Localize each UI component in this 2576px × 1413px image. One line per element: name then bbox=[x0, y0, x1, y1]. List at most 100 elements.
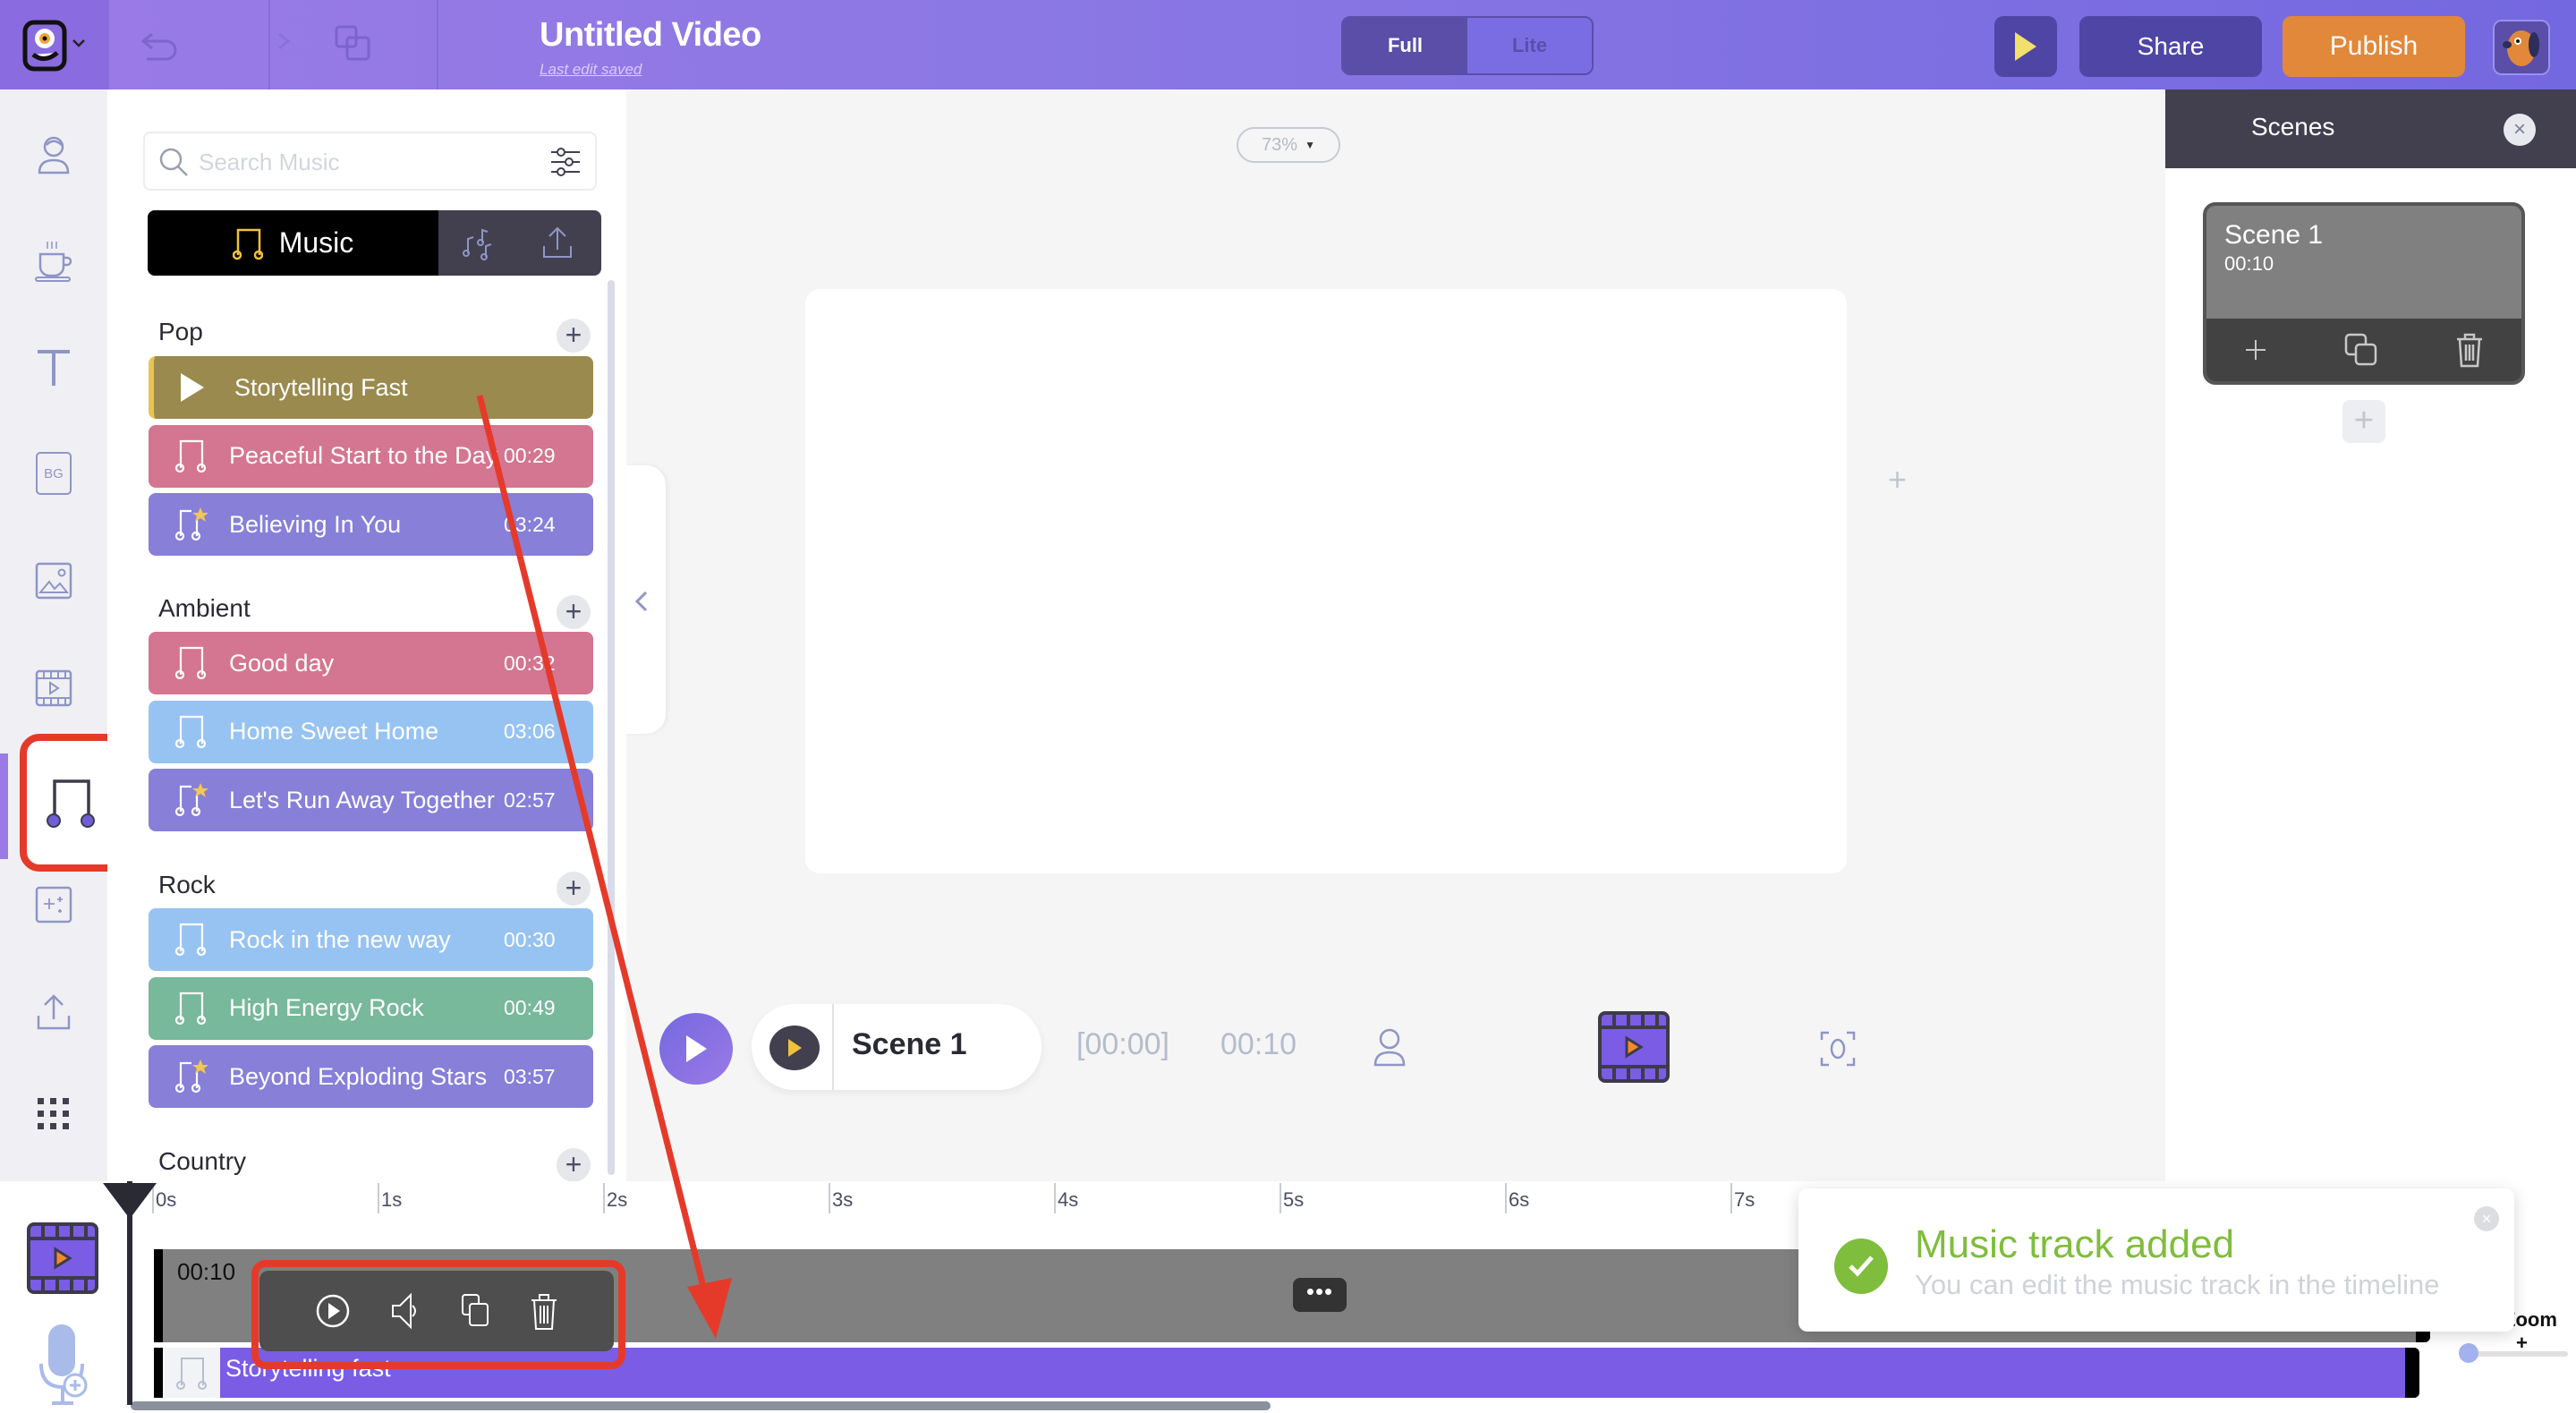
duplicate-icon[interactable] bbox=[2343, 332, 2379, 368]
tab-sound-effects[interactable] bbox=[461, 226, 497, 260]
track-icon bbox=[174, 644, 227, 682]
canvas-zoom-dropdown[interactable]: 73% ▼ bbox=[1237, 127, 1340, 163]
track-duration: 03:57 bbox=[504, 1064, 556, 1088]
play-preview-button[interactable] bbox=[179, 371, 233, 404]
add-scene-after-icon[interactable]: + bbox=[1888, 461, 1907, 498]
add-scene-button[interactable]: + bbox=[2342, 400, 2385, 443]
rail-item-more[interactable] bbox=[0, 1065, 107, 1163]
grid-icon bbox=[38, 1098, 69, 1129]
track-name: Beyond Exploding Stars bbox=[229, 1062, 488, 1090]
undo-icon[interactable] bbox=[140, 23, 183, 66]
add-category-button[interactable]: + bbox=[557, 1148, 591, 1182]
music-track-item[interactable]: Good day 00:32 bbox=[149, 632, 593, 694]
ruler-tick bbox=[603, 1183, 605, 1213]
track-duration: 00:32 bbox=[504, 651, 556, 675]
rail-item-effects[interactable] bbox=[0, 855, 107, 954]
music-track-handle[interactable] bbox=[163, 1348, 220, 1398]
music-track-item[interactable]: Home Sweet Home 03:06 bbox=[149, 700, 593, 763]
preview-play-button[interactable] bbox=[1994, 16, 2057, 77]
mode-lite-button[interactable]: Lite bbox=[1467, 18, 1592, 73]
publish-button[interactable]: Publish bbox=[2283, 16, 2465, 77]
character-icon[interactable] bbox=[1372, 1026, 1407, 1068]
video-title[interactable]: Untitled Video bbox=[540, 16, 761, 55]
scene-card[interactable]: Scene 1 00:10 bbox=[2203, 202, 2525, 385]
annotation-highlight-clip-toolbar bbox=[251, 1260, 625, 1369]
upload-icon bbox=[37, 994, 71, 1030]
music-panel-scrollbar[interactable] bbox=[608, 280, 615, 1175]
music-track-item[interactable]: Rock in the new way 00:30 bbox=[149, 908, 593, 971]
music-track-item[interactable]: Beyond Exploding Stars 03:57 bbox=[149, 1045, 593, 1108]
toast-close-button[interactable]: × bbox=[2474, 1206, 2499, 1231]
tab-music[interactable]: Music bbox=[148, 210, 438, 276]
add-category-button[interactable]: + bbox=[557, 872, 591, 906]
ruler-tick bbox=[1279, 1183, 1281, 1213]
scene-video-icon[interactable] bbox=[1598, 1011, 1670, 1083]
rail-item-characters[interactable] bbox=[0, 106, 107, 204]
premium-music-icon bbox=[174, 783, 208, 817]
share-button[interactable]: Share bbox=[2079, 16, 2262, 77]
ruler-tick-label: 6s bbox=[1509, 1188, 1530, 1211]
ruler-tick bbox=[1730, 1183, 1732, 1213]
add-icon[interactable] bbox=[2244, 338, 2267, 362]
play-icon bbox=[181, 373, 204, 402]
playhead-handle[interactable] bbox=[103, 1183, 157, 1219]
music-track-item[interactable]: Believing In You 03:24 bbox=[149, 493, 593, 556]
ruler-tick bbox=[829, 1183, 830, 1213]
play-scene-button[interactable] bbox=[769, 1026, 820, 1070]
rail-item-videos[interactable] bbox=[0, 639, 107, 737]
rail-item-text[interactable] bbox=[0, 319, 107, 417]
ruler-tick-label: 2s bbox=[607, 1188, 628, 1211]
total-time: 00:10 bbox=[1220, 1027, 1297, 1061]
track-icon bbox=[174, 713, 227, 751]
collapse-panel-button[interactable] bbox=[626, 465, 666, 734]
track-more-button[interactable]: ••• bbox=[1293, 1278, 1347, 1312]
rail-item-background[interactable]: BG bbox=[0, 424, 107, 523]
fullscreen-icon[interactable] bbox=[1820, 1031, 1856, 1067]
chevron-left-icon bbox=[634, 591, 648, 612]
scene-canvas[interactable] bbox=[805, 289, 1847, 873]
track-duration: 00:29 bbox=[504, 444, 556, 467]
redo-icon[interactable] bbox=[249, 23, 292, 66]
track-name: Good day bbox=[229, 649, 335, 677]
music-track-item[interactable]: Let's Run Away Together 02:57 bbox=[149, 769, 593, 831]
app-logo-menu[interactable] bbox=[0, 0, 107, 89]
rail-item-upload[interactable] bbox=[0, 963, 107, 1061]
mode-toggle: Full Lite bbox=[1341, 16, 1594, 75]
music-note-icon bbox=[47, 779, 95, 828]
rail-item-properties[interactable] bbox=[0, 211, 107, 310]
tab-upload-music[interactable] bbox=[541, 225, 574, 260]
filter-icon[interactable] bbox=[549, 146, 582, 178]
mode-full-button[interactable]: Full bbox=[1343, 18, 1467, 73]
play-all-button[interactable] bbox=[659, 1013, 733, 1085]
checkmark-icon bbox=[1849, 1256, 1874, 1277]
text-icon bbox=[38, 350, 70, 386]
music-track-item[interactable]: High Energy Rock 00:49 bbox=[149, 976, 593, 1040]
save-status-link[interactable]: Last edit saved bbox=[540, 61, 642, 79]
music-track-item[interactable]: Storytelling Fast bbox=[149, 356, 593, 419]
close-scenes-button[interactable]: × bbox=[2504, 114, 2536, 146]
timeline-horizontal-scrollbar[interactable] bbox=[131, 1401, 1271, 1410]
rail-item-images[interactable] bbox=[0, 532, 107, 630]
scene-card-name: Scene 1 bbox=[2224, 220, 2324, 250]
user-avatar[interactable] bbox=[2493, 20, 2550, 75]
timeline-scene-video-icon[interactable] bbox=[27, 1222, 98, 1294]
add-category-button[interactable]: + bbox=[557, 319, 591, 353]
music-search-box bbox=[143, 132, 597, 191]
add-voiceover-icon[interactable] bbox=[36, 1323, 93, 1407]
ruler-tick-label: 0s bbox=[156, 1188, 177, 1211]
music-track-item[interactable]: Peaceful Start to the Day 00:29 bbox=[149, 424, 593, 488]
music-track-end-handle[interactable] bbox=[2405, 1348, 2419, 1398]
track-name: Rock in the new way bbox=[229, 925, 451, 953]
success-check-icon bbox=[1834, 1239, 1888, 1294]
timeline-scene-duration: 00:10 bbox=[177, 1258, 236, 1285]
music-search-input[interactable] bbox=[199, 146, 539, 178]
add-category-button[interactable]: + bbox=[557, 595, 591, 629]
ruler-tick bbox=[1054, 1183, 1056, 1213]
timeline-zoom-slider-thumb[interactable] bbox=[2459, 1343, 2478, 1363]
video-icon bbox=[35, 669, 72, 707]
track-name: Home Sweet Home bbox=[229, 718, 439, 745]
divider bbox=[832, 1004, 834, 1090]
music-note-icon bbox=[174, 992, 207, 1025]
trash-icon[interactable] bbox=[2455, 332, 2484, 368]
duplicate-icon[interactable] bbox=[333, 23, 376, 66]
